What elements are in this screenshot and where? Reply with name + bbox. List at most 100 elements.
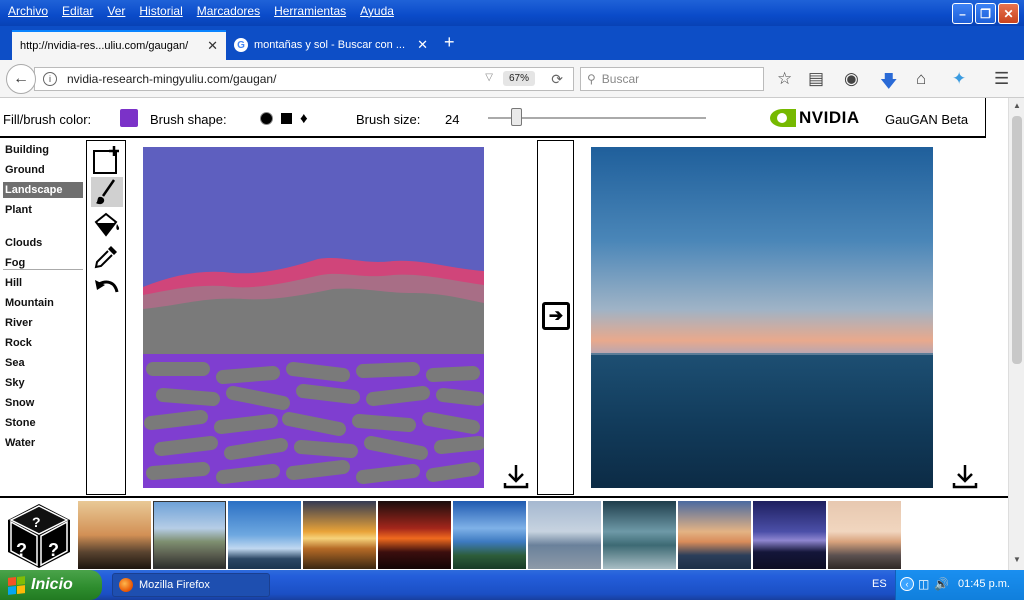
close-tab-icon[interactable]: ✕ <box>417 37 428 53</box>
tray-expand-icon[interactable]: ‹ <box>900 577 914 591</box>
restore-button[interactable]: ❐ <box>975 3 996 24</box>
fill-color-label: Fill/brush color: <box>3 112 92 127</box>
pocket-icon[interactable]: ◉ <box>844 69 859 89</box>
hamburger-menu-icon[interactable]: ☰ <box>994 69 1009 89</box>
generated-image <box>591 147 933 488</box>
label-mountain[interactable]: Mountain <box>5 297 54 309</box>
menu-archivo[interactable]: Archivo <box>8 4 48 18</box>
scroll-up-icon[interactable]: ▲ <box>1011 101 1023 113</box>
download-icon[interactable] <box>503 463 529 495</box>
tab-strip: http://nvidia-res...uliu.com/gaugan/ ✕ G… <box>0 26 1024 60</box>
close-window-button[interactable]: ✕ <box>998 3 1019 24</box>
extension-icon[interactable]: ✦ <box>952 69 966 89</box>
thumbnail-9[interactable] <box>678 501 751 569</box>
new-canvas-icon[interactable] <box>91 145 123 175</box>
close-tab-icon[interactable]: ✕ <box>207 38 218 54</box>
url-bar[interactable]: i nvidia-research-mingyuliu.com/gaugan/ … <box>34 67 574 91</box>
download-icon[interactable]: 🡇 <box>880 69 897 98</box>
scroll-thumb[interactable] <box>1012 116 1022 364</box>
thumbnail-11[interactable] <box>828 501 901 569</box>
search-icon: ⚲ <box>587 72 596 86</box>
thumbnail-8[interactable] <box>603 501 676 569</box>
label-building[interactable]: Building <box>5 144 49 156</box>
label-river[interactable]: River <box>5 317 33 329</box>
zoom-level[interactable]: 67% <box>502 71 535 86</box>
label-stone[interactable]: Stone <box>5 417 36 429</box>
tab-label: montañas y sol - Buscar con ... <box>254 39 406 51</box>
menu-historial[interactable]: Historial <box>139 4 182 18</box>
label-sea[interactable]: Sea <box>5 357 25 369</box>
google-icon: G <box>234 38 248 52</box>
thumbnail-5[interactable] <box>378 501 451 569</box>
thumbnail-10[interactable] <box>753 501 826 569</box>
fill-color-swatch[interactable] <box>120 109 138 127</box>
search-input[interactable]: ⚲ Buscar <box>580 67 764 91</box>
brush-size-label: Brush size: <box>356 112 421 127</box>
search-placeholder: Buscar <box>601 72 640 86</box>
start-button[interactable]: Inicio <box>0 570 102 600</box>
tab-google-search[interactable]: G montañas y sol - Buscar con ... ✕ <box>226 30 436 60</box>
brush-icon[interactable] <box>91 177 123 207</box>
brand-name: NVIDIA <box>799 108 860 127</box>
reader-list-icon[interactable]: ▤ <box>808 69 824 89</box>
label-fog[interactable]: Fog <box>5 257 25 269</box>
segmentation-canvas[interactable] <box>143 147 484 488</box>
circle-brush-icon[interactable] <box>260 112 273 125</box>
menu-marcadores[interactable]: Marcadores <box>197 4 260 18</box>
taskbar: Inicio Mozilla Firefox ES ‹ ◫ 🔊 01:45 p.… <box>0 570 1024 600</box>
label-list: Building Ground Landscape Plant Clouds F… <box>0 140 86 495</box>
nvidia-logo: NVIDIA <box>770 108 860 128</box>
eyedropper-icon[interactable] <box>91 241 123 271</box>
info-icon[interactable]: i <box>43 72 57 86</box>
thumbnail-2[interactable] <box>153 501 226 569</box>
clock[interactable]: 01:45 p.m. <box>958 578 1010 590</box>
taskbar-item-firefox[interactable]: Mozilla Firefox <box>112 573 270 597</box>
generate-arrow-button[interactable]: ➔ <box>542 302 570 330</box>
undo-icon[interactable] <box>91 273 123 303</box>
label-rock[interactable]: Rock <box>5 337 32 349</box>
scroll-down-icon[interactable]: ▼ <box>1011 555 1023 567</box>
url-text[interactable]: nvidia-research-mingyuliu.com/gaugan/ <box>67 72 276 86</box>
bookmark-star-icon[interactable]: ☆ <box>777 69 792 89</box>
thumbnail-7[interactable] <box>528 501 601 569</box>
menu-editar[interactable]: Editar <box>62 4 93 18</box>
navigation-bar: i nvidia-research-mingyuliu.com/gaugan/ … <box>0 60 1024 98</box>
menu-ayuda[interactable]: Ayuda <box>360 4 394 18</box>
thumbnail-3[interactable] <box>228 501 301 569</box>
slider-handle[interactable] <box>511 108 522 126</box>
paint-bucket-icon[interactable] <box>91 209 123 239</box>
volume-icon[interactable]: 🔊 <box>934 577 949 591</box>
generate-panel: ➔ <box>537 140 574 495</box>
dropdown-arrow-icon[interactable]: ▽ <box>485 72 493 83</box>
network-icon[interactable]: ◫ <box>918 577 929 591</box>
minimize-button[interactable]: – <box>952 3 973 24</box>
download-icon[interactable] <box>952 463 978 495</box>
random-dice-icon[interactable]: ? ? ? <box>4 502 74 570</box>
gaugan-page: Fill/brush color: Brush shape: ♦ Brush s… <box>0 98 1008 570</box>
label-snow[interactable]: Snow <box>5 397 34 409</box>
label-ground[interactable]: Ground <box>5 164 45 176</box>
label-water[interactable]: Water <box>5 437 35 449</box>
label-landscape[interactable]: Landscape <box>3 182 83 198</box>
label-sky[interactable]: Sky <box>5 377 25 389</box>
label-hill[interactable]: Hill <box>5 277 22 289</box>
window-controls: – ❐ ✕ <box>952 3 1019 24</box>
diamond-brush-icon[interactable]: ♦ <box>300 111 308 126</box>
square-brush-icon[interactable] <box>281 113 292 124</box>
thumbnail-6[interactable] <box>453 501 526 569</box>
back-button[interactable]: ← <box>6 64 36 94</box>
language-indicator[interactable]: ES <box>872 578 887 590</box>
home-icon[interactable]: ⌂ <box>916 69 926 89</box>
page-scrollbar[interactable]: ▲ ▼ <box>1008 98 1024 570</box>
tab-gaugan[interactable]: http://nvidia-res...uliu.com/gaugan/ ✕ <box>12 30 226 60</box>
new-tab-button[interactable]: + <box>444 32 455 53</box>
label-plant[interactable]: Plant <box>5 204 32 216</box>
menu-ver[interactable]: Ver <box>107 4 125 18</box>
label-clouds[interactable]: Clouds <box>5 237 42 249</box>
back-arrow-icon: ← <box>13 70 29 87</box>
menu-herramientas[interactable]: Herramientas <box>274 4 346 18</box>
thumbnail-4[interactable] <box>303 501 376 569</box>
thumbnail-1[interactable] <box>78 501 151 569</box>
reload-icon[interactable]: ⟳ <box>551 71 563 88</box>
svg-text:?: ? <box>32 514 41 530</box>
